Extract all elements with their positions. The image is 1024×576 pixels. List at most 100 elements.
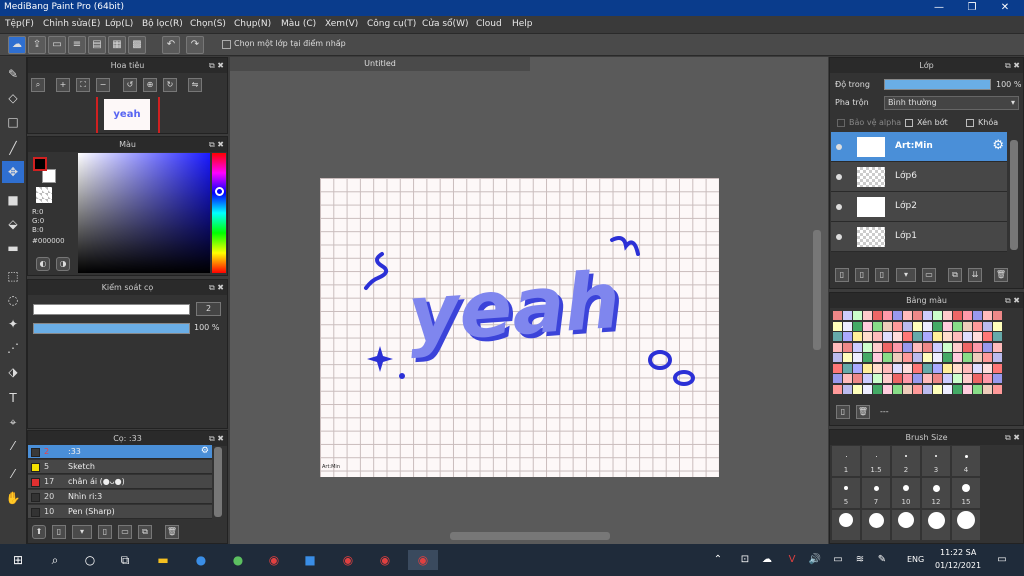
vivaldi-icon[interactable]: V (782, 550, 802, 570)
palette-swatch[interactable] (963, 342, 972, 352)
lasso-icon[interactable]: ◌ (2, 289, 24, 311)
drawing-canvas[interactable]: yeah yeah Art:Min (320, 178, 719, 477)
operation-tool-icon[interactable]: ⌖ (2, 411, 24, 433)
palette-swatch[interactable] (933, 332, 942, 341)
palette-swatch[interactable] (923, 332, 932, 341)
move-tool-icon[interactable]: ✥ (2, 161, 24, 183)
palette-swatch[interactable] (943, 384, 952, 394)
palette-swatch[interactable] (973, 374, 982, 383)
zoom-icon[interactable]: ⌕ (31, 78, 45, 92)
redo-button[interactable]: ↷ (186, 36, 204, 54)
palette-swatch[interactable] (883, 332, 892, 341)
palette-swatch[interactable] (853, 311, 862, 320)
rect-tool-icon[interactable]: □ (2, 111, 24, 133)
merge-layer-icon[interactable]: ⇊ (968, 268, 982, 282)
palette-swatch[interactable] (913, 384, 922, 394)
pen-tool-icon[interactable]: ⁄ (2, 463, 24, 485)
palette-swatch[interactable] (903, 342, 912, 352)
palette-swatch[interactable] (903, 311, 912, 320)
palette-swatch[interactable] (913, 311, 922, 320)
palette-swatches[interactable] (833, 311, 1005, 396)
palette-swatch[interactable] (943, 342, 952, 352)
task-view-icon[interactable]: ⧉ (115, 550, 135, 570)
palette-swatch[interactable] (853, 321, 862, 331)
brush-opacity-slider[interactable] (33, 323, 190, 334)
palette-swatch[interactable] (993, 332, 1002, 341)
palette-swatch[interactable] (873, 353, 882, 362)
layer-item[interactable]: Art:Min ⚙ (831, 132, 1007, 162)
brush-size-cell[interactable]: 12 (922, 478, 950, 508)
menu-file[interactable]: Tệp(F) (5, 19, 34, 29)
palette-swatch[interactable] (973, 363, 982, 373)
palette-swatch[interactable] (933, 342, 942, 352)
brush-size-slider[interactable] (33, 304, 190, 315)
gradient-tool-icon[interactable]: ▬ (2, 237, 24, 259)
brush-size-cell[interactable] (832, 510, 860, 540)
palette-swatch[interactable] (933, 353, 942, 362)
brush-size-value[interactable]: 2 (196, 302, 221, 316)
palette-swatch[interactable] (853, 384, 862, 394)
palette-swatch[interactable] (993, 363, 1002, 373)
fill-rect-icon[interactable]: ■ (2, 189, 24, 211)
palette-swatch[interactable] (983, 374, 992, 383)
palette-swatch[interactable] (993, 342, 1002, 352)
comment-icon[interactable]: ▭ (48, 36, 66, 54)
menu-cloud[interactable]: Cloud (476, 19, 502, 29)
palette-swatch[interactable] (833, 311, 842, 320)
flip-icon[interactable]: ⇋ (188, 78, 202, 92)
palette-swatch[interactable] (903, 363, 912, 373)
palette-swatch[interactable] (993, 374, 1002, 383)
palette-swatch[interactable] (873, 384, 882, 394)
palette-swatch[interactable] (833, 342, 842, 352)
palette-swatch[interactable] (943, 363, 952, 373)
palette-swatch[interactable] (873, 363, 882, 373)
layer-opacity-slider[interactable] (884, 79, 991, 90)
palette-swatch[interactable] (903, 321, 912, 331)
palette-swatch[interactable] (893, 384, 902, 394)
palette-swatch[interactable] (863, 353, 872, 362)
palette-swatch[interactable] (983, 342, 992, 352)
brush-item[interactable]: 17 chân ái (●ᴗ●) (28, 475, 212, 489)
palette-swatch[interactable] (893, 342, 902, 352)
palette-swatch[interactable] (843, 342, 852, 352)
grid-icon[interactable]: ▩ (128, 36, 146, 54)
palette-swatch[interactable] (953, 374, 962, 383)
share-icon[interactable]: ⇪ (28, 36, 46, 54)
eraser-tool-icon[interactable]: ◇ (2, 87, 24, 109)
palette-swatch[interactable] (843, 384, 852, 394)
palette-swatch[interactable] (983, 321, 992, 331)
palette-swatch[interactable] (943, 374, 952, 383)
palette-swatch[interactable] (833, 353, 842, 362)
palette-swatch[interactable] (883, 353, 892, 362)
palette-swatch[interactable] (863, 342, 872, 352)
select-rect-icon[interactable]: ⬚ (2, 265, 24, 287)
palette-swatch[interactable] (883, 311, 892, 320)
menu-filter[interactable]: Bộ lọc(R) (142, 19, 183, 29)
palette-swatch[interactable] (893, 363, 902, 373)
palette-swatch[interactable] (913, 363, 922, 373)
palette-swatch[interactable] (923, 374, 932, 383)
trash-icon[interactable]: 🗑 (856, 405, 870, 419)
menu-color[interactable]: Màu (C) (281, 19, 316, 29)
blend-select[interactable]: Bình thường ▾ (884, 96, 1019, 110)
chrome-icon[interactable]: ◉ (264, 550, 284, 570)
notification-icon[interactable]: ▭ (992, 550, 1012, 570)
palette-swatch[interactable] (853, 363, 862, 373)
battery-icon[interactable]: ▭ (828, 550, 848, 570)
menu-window[interactable]: Cửa sổ(W) (422, 19, 468, 29)
palette-swatch[interactable] (843, 353, 852, 362)
palette-swatch[interactable] (893, 311, 902, 320)
palette-swatch[interactable] (953, 363, 962, 373)
medibang-icon[interactable]: ◉ (408, 550, 438, 570)
add-color-icon[interactable]: ▯ (836, 405, 850, 419)
new-layer-icon[interactable]: ▯ (835, 268, 849, 282)
palette-swatch[interactable] (883, 363, 892, 373)
color-settings-icon[interactable]: ◑ (56, 257, 70, 271)
palette-swatch[interactable] (873, 311, 882, 320)
cortana-icon[interactable]: ○ (80, 550, 100, 570)
visibility-icon[interactable] (836, 234, 842, 240)
menu-tools[interactable]: Công cụ(T) (367, 19, 416, 29)
hue-slider[interactable] (212, 153, 226, 273)
chevron-up-icon[interactable]: ⌃ (708, 550, 728, 570)
palette-swatch[interactable] (953, 332, 962, 341)
